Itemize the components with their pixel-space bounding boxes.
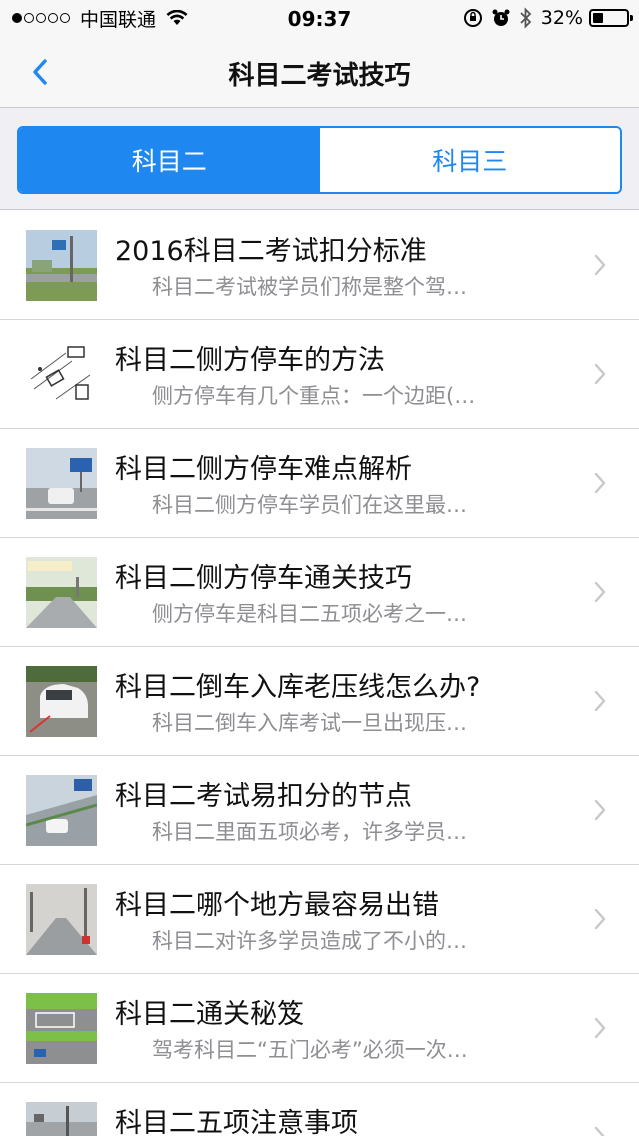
article-title: 科目二倒车入库老压线怎么办? [115, 672, 481, 703]
tab-subject-two[interactable]: 科目二 [19, 128, 320, 192]
chevron-right-icon [594, 1126, 605, 1136]
article-title: 科目二通关秘笈 [115, 999, 304, 1030]
chevron-right-icon [594, 908, 606, 930]
article-thumbnail [26, 230, 97, 301]
article-thumbnail [26, 557, 97, 628]
list-item[interactable]: 科目二五项注意事项 [0, 1083, 639, 1136]
chevron-right-icon [594, 581, 606, 603]
article-summary: 科目二考试被学员们称是整个驾… [152, 275, 467, 299]
alarm-icon [491, 8, 511, 28]
segmented-control: 科目二 科目三 [17, 126, 622, 194]
list-item[interactable]: 科目二考试易扣分的节点 科目二里面五项必考，许多学员… [0, 756, 639, 865]
list-item[interactable]: 科目二哪个地方最容易出错 科目二对许多学员造成了不小的… [0, 865, 639, 974]
list-item[interactable]: 科目二侧方停车通关技巧 侧方停车是科目二五项必考之一… [0, 538, 639, 647]
article-list: 2016科目二考试扣分标准 科目二考试被学员们称是整个驾… 科目二侧方停车的方法… [0, 211, 639, 1136]
article-summary: 科目二倒车入库考试一旦出现压… [152, 711, 467, 735]
list-item[interactable]: 科目二侧方停车难点解析 科目二侧方停车学员们在这里最… [0, 429, 639, 538]
status-bar: 中国联通 09:37 32% [0, 0, 639, 40]
page-title: 科目二考试技巧 [228, 61, 411, 91]
chevron-right-icon [594, 1017, 606, 1039]
tab-subject-three[interactable]: 科目三 [319, 128, 620, 192]
battery-percent: 32% [540, 7, 583, 29]
rotation-lock-icon [463, 8, 483, 28]
article-title: 科目二哪个地方最容易出错 [115, 890, 439, 921]
bluetooth-icon [519, 7, 533, 29]
article-summary: 驾考科目二“五门必考”必须一次… [152, 1038, 468, 1062]
article-title: 科目二侧方停车难点解析 [115, 454, 412, 485]
chevron-right-icon [594, 363, 606, 385]
chevron-right-icon [594, 472, 606, 494]
chevron-right-icon [594, 690, 606, 712]
article-summary: 科目二对许多学员造成了不小的… [152, 929, 467, 953]
segment-container: 科目二 科目三 [0, 108, 639, 210]
article-title: 科目二考试易扣分的节点 [115, 781, 412, 812]
article-summary: 侧方停车是科目二五项必考之一… [152, 602, 467, 626]
article-thumbnail [26, 993, 97, 1064]
list-item[interactable]: 科目二倒车入库老压线怎么办? 科目二倒车入库考试一旦出现压… [0, 647, 639, 756]
article-summary: 侧方停车有几个重点：一个边距(… [152, 384, 476, 408]
list-item[interactable]: 科目二侧方停车的方法 侧方停车有几个重点：一个边距(… [0, 320, 639, 429]
article-thumbnail [26, 339, 97, 410]
article-title: 2016科目二考试扣分标准 [115, 236, 427, 267]
article-summary: 科目二里面五项必考，许多学员… [152, 820, 467, 844]
battery-icon [589, 9, 633, 27]
article-thumbnail [26, 775, 97, 846]
article-thumbnail [26, 448, 97, 519]
article-title: 科目二侧方停车的方法 [115, 345, 385, 376]
article-title: 科目二侧方停车通关技巧 [115, 563, 412, 594]
article-title: 科目二五项注意事项 [115, 1108, 358, 1136]
article-thumbnail [26, 1102, 97, 1136]
chevron-right-icon [594, 799, 606, 821]
article-summary: 科目二侧方停车学员们在这里最… [152, 493, 467, 517]
list-item[interactable]: 科目二通关秘笈 驾考科目二“五门必考”必须一次… [0, 974, 639, 1083]
status-right: 32% [463, 6, 633, 30]
chevron-right-icon [594, 254, 606, 276]
navigation-bar: 科目二考试技巧 [0, 40, 639, 108]
article-thumbnail [26, 666, 97, 737]
list-item[interactable]: 2016科目二考试扣分标准 科目二考试被学员们称是整个驾… [0, 211, 639, 320]
article-thumbnail [26, 884, 97, 955]
